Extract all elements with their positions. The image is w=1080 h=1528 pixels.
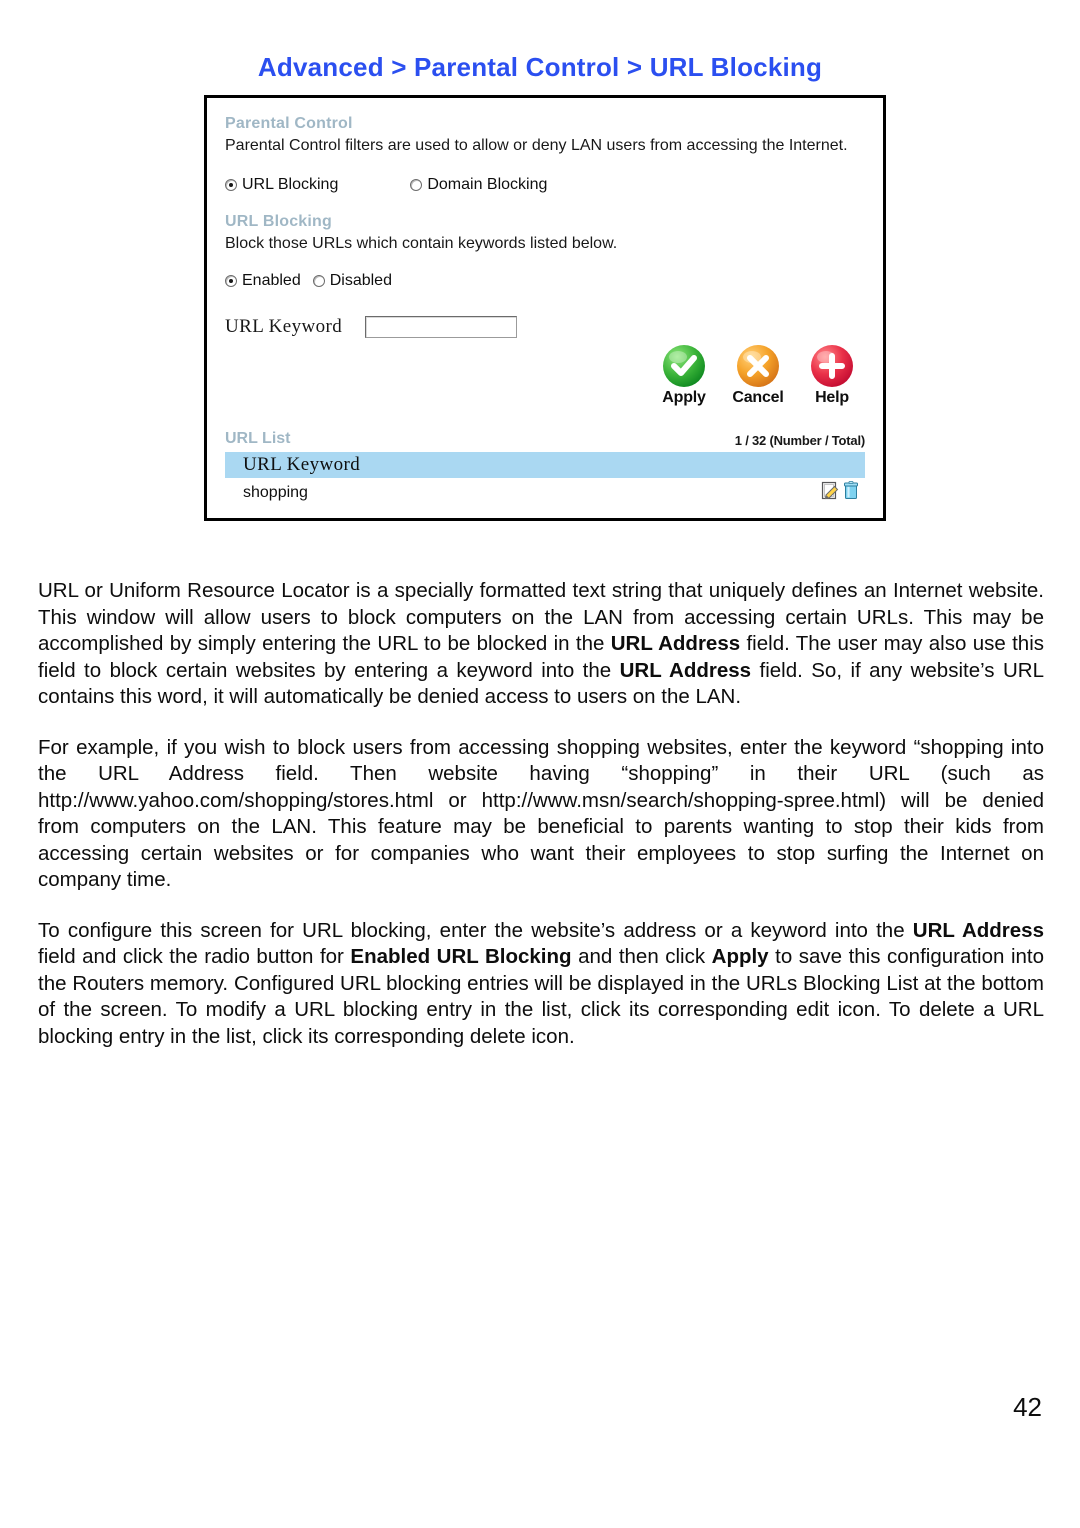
radio-enabled-label: Enabled	[242, 272, 301, 289]
action-buttons: Apply Cancel Help	[655, 345, 861, 407]
p3-bold-1: URL Address	[912, 918, 1044, 942]
radio-domain-blocking-label: Domain Blocking	[427, 176, 548, 193]
parental-control-radio-group: URL Blocking Domain Blocking	[225, 176, 865, 194]
help-button[interactable]: Help	[803, 345, 861, 407]
url-list-column-header: URL Keyword	[225, 452, 865, 478]
router-config-screenshot: Parental Control Parental Control filter…	[204, 95, 886, 521]
radio-domain-blocking-icon[interactable]	[410, 179, 423, 191]
url-list-header: URL List 1 / 32 (Number / Total)	[225, 430, 865, 448]
trash-icon[interactable]	[842, 481, 861, 505]
apply-label: Apply	[662, 389, 706, 406]
url-list-row-keyword: shopping	[243, 484, 308, 501]
paragraph-3: To configure this screen for URL blockin…	[38, 918, 1044, 1051]
url-blocking-heading: URL Blocking	[225, 213, 333, 230]
url-keyword-input[interactable]	[365, 316, 517, 338]
parental-control-heading: Parental Control	[225, 115, 353, 132]
radio-enabled-icon[interactable]	[225, 275, 237, 287]
url-keyword-field-row: URL Keyword	[225, 316, 865, 338]
url-blocking-radio-group: Enabled Disabled	[225, 272, 865, 290]
p1-bold-1: URL Address	[610, 632, 741, 655]
body-text: URL or Uniform Resource Locator is a spe…	[38, 578, 1044, 1050]
plus-circle-icon[interactable]	[811, 345, 853, 387]
p3-segment-3: and then click	[571, 945, 712, 968]
x-circle-icon[interactable]	[737, 345, 779, 387]
cancel-button[interactable]: Cancel	[729, 345, 787, 407]
url-keyword-label: URL Keyword	[225, 316, 343, 337]
radio-domain-blocking[interactable]: Domain Blocking	[410, 176, 547, 194]
radio-url-blocking[interactable]: URL Blocking	[225, 176, 338, 194]
table-row[interactable]: shopping	[225, 480, 865, 506]
url-list-row-actions	[821, 481, 865, 505]
radio-url-blocking-icon[interactable]	[225, 179, 237, 191]
p3-segment-1: To configure this screen for URL blockin…	[38, 918, 913, 942]
radio-url-blocking-label: URL Blocking	[242, 176, 339, 193]
url-list-count: 1 / 32 (Number / Total)	[734, 433, 865, 448]
url-blocking-description: Block those URLs which contain keywords …	[225, 235, 618, 252]
edit-icon[interactable]	[821, 481, 840, 505]
url-list-title: URL List	[225, 430, 291, 447]
radio-disabled-icon[interactable]	[312, 275, 325, 287]
page-title: Advanced > Parental Control > URL Blocki…	[257, 52, 823, 82]
check-circle-icon[interactable]	[663, 345, 705, 387]
parental-control-description: Parental Control filters are used to all…	[225, 137, 848, 154]
radio-enabled[interactable]: Enabled	[225, 272, 301, 290]
radio-disabled-label: Disabled	[329, 272, 392, 289]
p3-bold-3: Apply	[711, 945, 769, 968]
paragraph-1: URL or Uniform Resource Locator is a spe…	[38, 578, 1044, 711]
p3-segment-2: field and click the radio button for	[38, 945, 351, 968]
p3-bold-2: Enabled URL Blocking	[350, 945, 572, 968]
p1-bold-2: URL Address	[619, 658, 752, 682]
radio-disabled[interactable]: Disabled	[312, 272, 392, 290]
help-label: Help	[815, 389, 849, 406]
apply-button[interactable]: Apply	[655, 345, 713, 407]
page-number: 42	[1013, 1392, 1042, 1422]
cancel-label: Cancel	[732, 389, 784, 406]
paragraph-2: For example, if you wish to block users …	[38, 735, 1044, 892]
